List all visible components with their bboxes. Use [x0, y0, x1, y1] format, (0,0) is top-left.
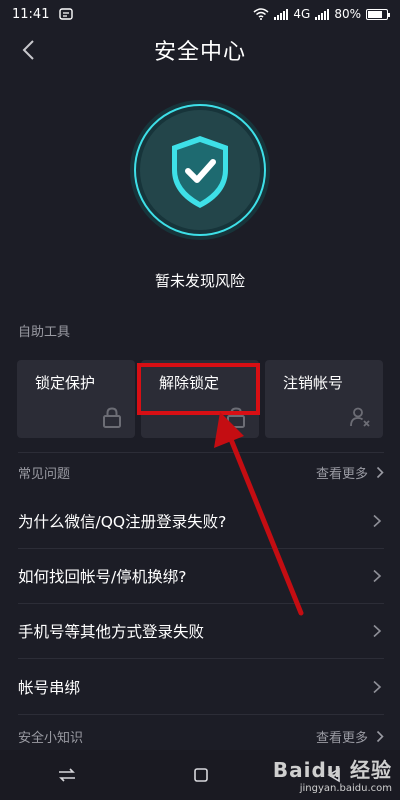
faq-question: 手机号等其他方式登录失败: [18, 623, 205, 641]
faq-question: 如何找回帐号/停机换绑?: [18, 568, 187, 586]
chevron-right-icon: [376, 730, 384, 743]
signal-icon: [274, 8, 289, 20]
chevron-right-icon: [373, 514, 382, 528]
faq-item-phone-login[interactable]: 手机号等其他方式登录失败: [0, 604, 400, 658]
tools-section-title: 自助工具: [18, 325, 71, 340]
tool-card-label: 解除锁定: [159, 374, 220, 392]
tool-card-label: 注销帐号: [283, 374, 344, 392]
status-time: 11:41: [12, 6, 50, 22]
tips-section-title: 安全小知识: [18, 731, 84, 746]
tool-card-unlock[interactable]: 解除锁定: [141, 360, 259, 438]
divider: [18, 452, 384, 453]
tips-more-label: 查看更多: [315, 731, 368, 746]
chevron-right-icon: [373, 680, 382, 694]
faq-question: 帐号串绑: [18, 679, 81, 697]
security-shield-emblem: [128, 98, 272, 242]
notification-icon: [59, 8, 74, 20]
watermark: Baidu 经验 jingyan.baidu.com: [273, 754, 392, 794]
watermark-url: jingyan.baidu.com: [299, 783, 392, 794]
wifi-icon: [253, 8, 269, 20]
home-square-icon[interactable]: [193, 767, 209, 783]
watermark-brand: Baidu 经验: [272, 758, 392, 782]
faq-item-recover-account[interactable]: 如何找回帐号/停机换绑?: [0, 549, 400, 603]
switch-arrows-icon[interactable]: [58, 768, 76, 782]
signal-icon-secondary: [315, 8, 330, 20]
faq-item-wechat-qq-login[interactable]: 为什么微信/QQ注册登录失败?: [0, 494, 400, 548]
user-remove-icon: [350, 407, 370, 427]
tool-card-label: 锁定保护: [35, 374, 96, 392]
tool-card-lock-protect[interactable]: 锁定保护: [17, 360, 135, 438]
faq-question: 为什么微信/QQ注册登录失败?: [18, 513, 227, 531]
faq-item-account-mismatch[interactable]: 帐号串绑: [0, 660, 400, 714]
page-title: 安全中心: [153, 40, 246, 65]
chevron-right-icon: [373, 624, 382, 638]
risk-status-text: 暂未发现风险: [154, 272, 245, 290]
battery-percent: 80%: [334, 7, 361, 21]
faq-more-label: 查看更多: [315, 467, 368, 482]
faq-more-link[interactable]: 查看更多: [316, 463, 384, 482]
divider: [18, 658, 384, 659]
chevron-right-icon: [373, 569, 382, 583]
status-bar: 11:41 4G 80%: [0, 0, 400, 28]
header: 安全中心: [0, 28, 400, 74]
tips-more-link[interactable]: 查看更多: [316, 727, 384, 746]
network-type: 4G: [293, 7, 311, 21]
shield-check-icon: [130, 100, 270, 240]
divider: [18, 714, 384, 715]
battery-icon: [366, 8, 390, 20]
tool-card-cancel-account[interactable]: 注销帐号: [265, 360, 383, 438]
faq-section-title: 常见问题: [18, 467, 71, 482]
lock-icon: [103, 407, 121, 428]
chevron-right-icon: [376, 466, 384, 479]
unlock-icon: [227, 407, 245, 428]
